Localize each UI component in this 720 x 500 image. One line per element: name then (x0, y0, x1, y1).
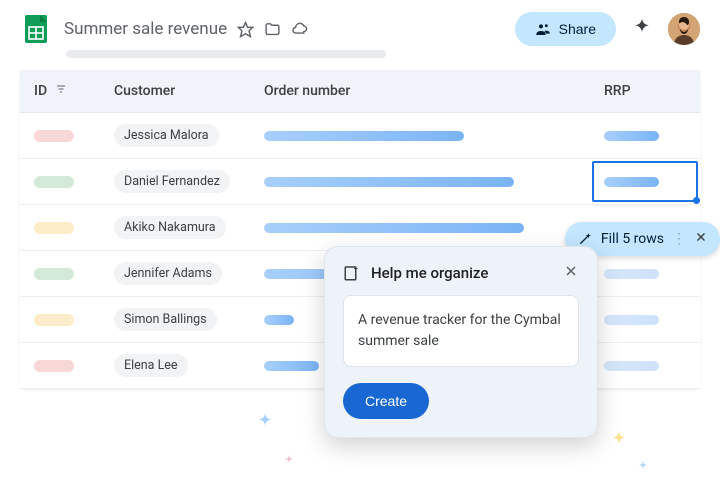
id-pill (34, 268, 74, 280)
fill-label: Fill 5 rows (601, 231, 664, 247)
folder-icon[interactable] (264, 21, 281, 38)
sheets-logo (20, 13, 52, 45)
panel-title: Help me organize (371, 264, 553, 282)
doc-title-area: Summer sale revenue (64, 19, 308, 39)
close-fill-icon[interactable] (694, 230, 708, 248)
selection-handle[interactable] (693, 197, 700, 204)
cell-customer[interactable]: Jennifer Adams (100, 251, 250, 297)
cell-customer[interactable]: Jessica Malora (100, 113, 250, 159)
sparkle-icon (610, 430, 628, 448)
cell-id[interactable] (20, 113, 100, 159)
id-pill (34, 222, 74, 234)
prompt-input[interactable]: A revenue tracker for the Cymbal summer … (343, 295, 579, 367)
cell-rrp[interactable] (590, 343, 700, 389)
cell-rrp[interactable] (590, 251, 700, 297)
table-header-row: ID Customer Order number RRP (20, 70, 700, 113)
doc-title[interactable]: Summer sale revenue (64, 19, 227, 39)
cell-id[interactable] (20, 159, 100, 205)
data-bar (264, 361, 319, 371)
gemini-icon[interactable] (632, 17, 652, 41)
cell-id[interactable] (20, 251, 100, 297)
star-icon[interactable] (237, 21, 254, 38)
id-pill (34, 360, 74, 372)
close-icon[interactable] (563, 263, 579, 283)
data-bar (264, 131, 464, 141)
column-header-rrp[interactable]: RRP (590, 70, 700, 113)
separator: ⋮ (672, 231, 686, 247)
table-row[interactable]: Jessica Malora (20, 113, 700, 159)
cell-customer[interactable]: Akiko Nakamura (100, 205, 250, 251)
customer-chip: Jennifer Adams (114, 262, 222, 285)
create-button[interactable]: Create (343, 383, 429, 419)
cell-customer[interactable]: Elena Lee (100, 343, 250, 389)
organize-icon (343, 264, 361, 282)
id-pill (34, 130, 74, 142)
filter-icon[interactable] (55, 83, 67, 99)
cell-order[interactable] (250, 113, 590, 159)
cell-order[interactable] (250, 159, 590, 205)
customer-chip: Elena Lee (114, 354, 188, 377)
customer-chip: Jessica Malora (114, 124, 219, 147)
sparkle-icon (638, 460, 648, 470)
wand-icon (577, 231, 593, 247)
data-bar (264, 223, 524, 233)
data-bar (604, 315, 659, 325)
cell-rrp[interactable] (590, 159, 700, 205)
data-bar (264, 177, 514, 187)
cell-id[interactable] (20, 343, 100, 389)
data-bar (264, 315, 294, 325)
id-pill (34, 176, 74, 188)
customer-chip: Simon Ballings (114, 308, 217, 331)
share-button[interactable]: Share (515, 12, 616, 46)
id-pill (34, 314, 74, 326)
cell-id[interactable] (20, 205, 100, 251)
data-bar (604, 131, 659, 141)
table-row[interactable]: Daniel Fernandez (20, 159, 700, 205)
cell-id[interactable] (20, 297, 100, 343)
cell-customer[interactable]: Simon Ballings (100, 297, 250, 343)
column-header-order[interactable]: Order number (250, 70, 590, 113)
column-header-customer[interactable]: Customer (100, 70, 250, 113)
app-header: Summer sale revenue Share (0, 0, 720, 50)
share-label: Share (559, 21, 596, 37)
column-header-id[interactable]: ID (20, 70, 100, 113)
toolbar-placeholder (66, 50, 386, 58)
data-bar (604, 361, 659, 371)
data-bar (604, 269, 659, 279)
sparkle-icon (256, 412, 274, 430)
customer-chip: Daniel Fernandez (114, 170, 230, 193)
cell-order[interactable] (250, 205, 590, 251)
people-icon (535, 21, 551, 37)
panel-header: Help me organize (343, 263, 579, 283)
customer-chip: Akiko Nakamura (114, 216, 226, 239)
avatar[interactable] (668, 13, 700, 45)
cell-rrp[interactable] (590, 297, 700, 343)
cell-customer[interactable]: Daniel Fernandez (100, 159, 250, 205)
cloud-icon[interactable] (291, 21, 308, 38)
sparkle-icon (284, 454, 294, 464)
organize-panel: Help me organize A revenue tracker for t… (324, 246, 598, 438)
data-bar (604, 177, 659, 187)
header-right: Share (515, 12, 700, 46)
cell-rrp[interactable] (590, 113, 700, 159)
